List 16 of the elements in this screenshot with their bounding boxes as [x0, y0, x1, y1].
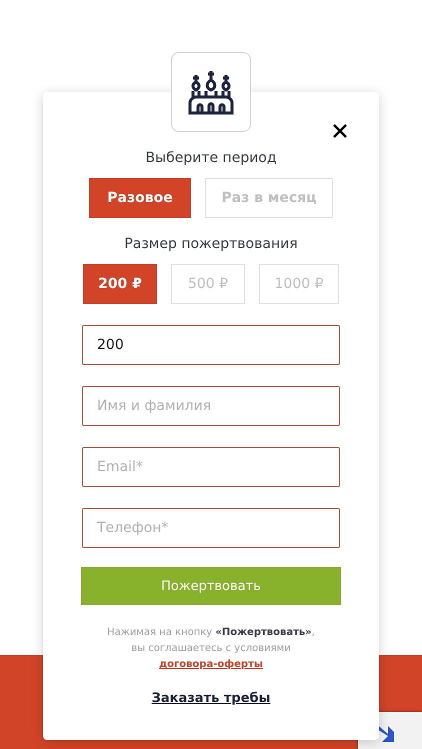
amount-title: Размер пожертвования	[124, 236, 298, 252]
church-icon	[188, 69, 234, 115]
amount-option[interactable]: 200 ₽	[83, 264, 157, 304]
close-icon	[333, 124, 347, 138]
order-link[interactable]: Заказать требы	[152, 691, 270, 706]
input-field[interactable]: Телефон*	[82, 508, 340, 548]
close-button[interactable]	[331, 122, 349, 140]
offer-link[interactable]: договора-оферты	[159, 659, 263, 670]
donate-button[interactable]: Пожертвовать	[81, 567, 341, 605]
period-option[interactable]: Разовое	[89, 178, 191, 218]
period-title: Выберите период	[145, 150, 277, 166]
consent-text: Нажимая на кнопку «Пожертвовать»,	[106, 626, 316, 640]
consent-text: вы соглашаетесь с условиями	[131, 643, 291, 654]
input-field[interactable]: Имя и фамилия	[82, 386, 340, 426]
input-field[interactable]: Email*	[82, 447, 340, 487]
input-field[interactable]: 200	[82, 325, 340, 365]
